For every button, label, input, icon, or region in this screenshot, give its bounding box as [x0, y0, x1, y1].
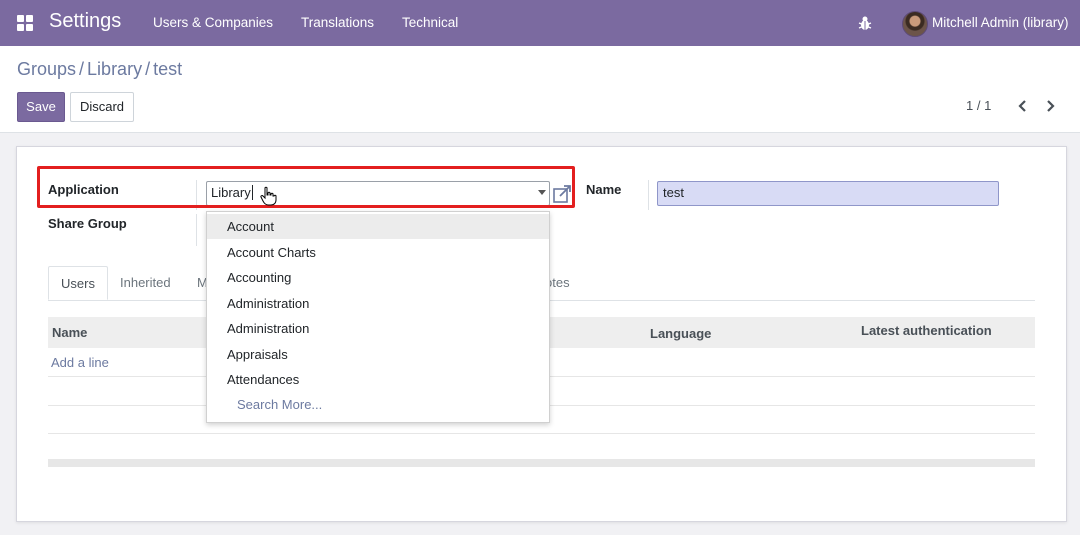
search-more-link[interactable]: Search More... [237, 397, 322, 412]
user-menu[interactable]: Mitchell Admin (library) [932, 15, 1069, 30]
dropdown-option[interactable]: Account Charts [207, 240, 549, 265]
column-latest-authentication[interactable]: Latest authentication [861, 323, 992, 338]
breadcrumb-current: test [153, 59, 183, 79]
add-line-link[interactable]: Add a line [51, 355, 109, 370]
table-footer [48, 459, 1035, 467]
control-panel: Groups / Library / test Save Discard 1 / 1 [0, 46, 1080, 133]
highlight-annotation [37, 166, 575, 208]
chevron-left-icon[interactable] [1016, 98, 1030, 114]
name-input[interactable]: test [657, 181, 999, 206]
hand-cursor-icon [260, 186, 277, 206]
save-button[interactable]: Save [17, 92, 65, 122]
tab-inherited[interactable]: Inherited [108, 266, 183, 300]
menu-technical[interactable]: Technical [402, 15, 458, 30]
divider [196, 214, 197, 246]
app-title[interactable]: Settings [49, 10, 121, 33]
dropdown-option[interactable]: Account [207, 214, 549, 239]
breadcrumb-library[interactable]: Library [87, 59, 142, 79]
tab-users[interactable]: Users [48, 266, 108, 300]
application-dropdown: Account Account Charts Accounting Admini… [206, 211, 550, 423]
chevron-right-icon[interactable] [1043, 98, 1057, 114]
dropdown-option[interactable]: Attendances [207, 367, 549, 392]
dropdown-option[interactable]: Appraisals [207, 342, 549, 367]
column-language[interactable]: Language [650, 326, 711, 341]
dropdown-option[interactable]: Administration [207, 316, 549, 341]
dropdown-option[interactable]: Accounting [207, 265, 549, 290]
breadcrumb: Groups / Library / test [17, 59, 183, 79]
menu-translations[interactable]: Translations [301, 15, 374, 30]
top-navbar: Settings Users & Companies Translations … [0, 0, 1080, 46]
avatar[interactable] [902, 11, 928, 37]
pager-value[interactable]: 1 / 1 [966, 98, 991, 113]
divider [648, 180, 649, 210]
discard-button[interactable]: Discard [70, 92, 134, 122]
share-group-label: Share Group [48, 216, 127, 231]
name-label: Name [586, 182, 622, 197]
dropdown-option[interactable]: Administration [207, 291, 549, 316]
column-name[interactable]: Name [52, 325, 87, 340]
bug-icon[interactable] [858, 15, 872, 31]
breadcrumb-groups[interactable]: Groups [17, 59, 76, 79]
menu-users-companies[interactable]: Users & Companies [153, 15, 273, 30]
apps-grid-icon[interactable] [17, 15, 33, 31]
